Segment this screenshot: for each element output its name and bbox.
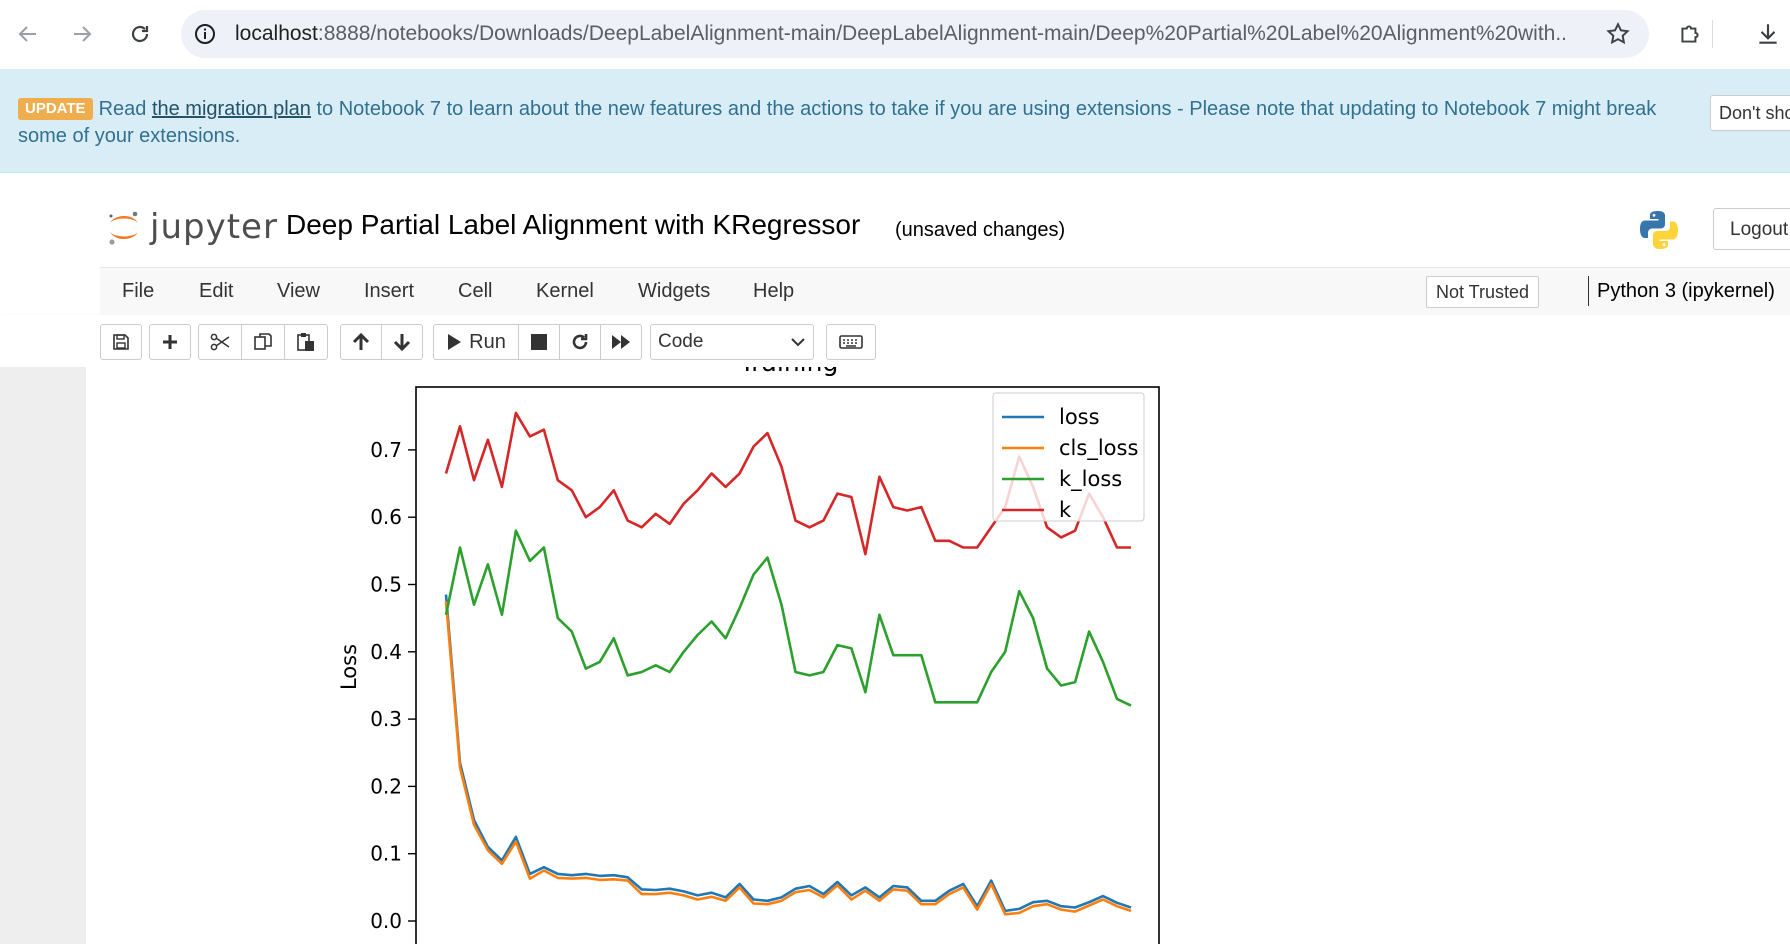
move-down-button[interactable] (381, 324, 423, 360)
reload-icon (131, 25, 149, 43)
menu-file[interactable]: File (122, 268, 154, 315)
trust-indicator[interactable]: Not Trusted (1426, 276, 1540, 308)
chart-title: Training (739, 367, 839, 377)
menu-help[interactable]: Help (753, 268, 794, 315)
y-tick-label: 0.4 (370, 640, 402, 664)
address-bar[interactable]: localhost:8888/notebooks/Downloads/DeepL… (181, 10, 1649, 58)
y-tick-label: 0.3 (370, 707, 402, 731)
arrow-up-icon (352, 332, 370, 350)
command-palette-button[interactable] (826, 324, 876, 360)
y-tick-label: 0.0 (370, 909, 402, 933)
jupyter-logo-icon[interactable] (104, 207, 144, 247)
url-path: :8888/notebooks/Downloads/DeepLabelAlign… (317, 22, 1565, 45)
scissors-icon (210, 333, 230, 351)
browser-toolbar: localhost:8888/notebooks/Downloads/DeepL… (0, 0, 1790, 70)
migration-plan-link[interactable]: the migration plan (152, 98, 311, 120)
back-button[interactable] (6, 12, 50, 56)
series-line-k-loss (444, 529, 1132, 707)
notebook-page: Training Loss 0.0 0.1 0.2 0.3 0.4 0.5 0.6 0.7 l… (86, 367, 1790, 944)
menu-cell[interactable]: Cell (458, 268, 492, 315)
kernel-separator (1588, 276, 1589, 306)
run-button[interactable]: Run (433, 324, 519, 360)
y-tick-label: 0.6 (370, 505, 402, 529)
run-button-label: Run (469, 330, 506, 353)
chevron-down-icon (791, 338, 805, 347)
cut-button[interactable] (198, 324, 242, 360)
url-host: localhost (235, 22, 318, 45)
restart-run-all-button[interactable] (600, 324, 642, 360)
copy-icon (254, 333, 272, 350)
downloads-button[interactable] (1746, 12, 1790, 56)
paste-button[interactable] (284, 324, 328, 360)
save-button[interactable] (100, 324, 142, 360)
clipboard-icon (297, 333, 314, 351)
menu-edit[interactable]: Edit (199, 268, 233, 315)
download-icon (1759, 24, 1777, 44)
info-icon[interactable] (193, 22, 217, 46)
banner-text-before: Read (98, 98, 152, 120)
y-axis-label: Loss (337, 644, 361, 690)
arrow-right-icon (74, 26, 92, 42)
arrow-left-icon (18, 26, 36, 42)
play-icon (448, 334, 462, 350)
cell-type-select[interactable]: Code (650, 324, 814, 360)
keyboard-icon (839, 335, 863, 349)
banner-message: UPDATE Read the migration plan to Noteboo… (18, 96, 1698, 150)
notebook-header: jupyter Deep Partial Label Alignment wit… (0, 173, 1790, 267)
y-axis: 0.0 0.1 0.2 0.3 0.4 0.5 0.6 0.7 (370, 438, 416, 933)
bookmark-star-icon[interactable] (1605, 21, 1631, 47)
restart-button[interactable] (559, 324, 601, 360)
series-line-cls-loss (444, 601, 1132, 916)
menubar: File Edit View Insert Cell Kernel Widget… (100, 267, 1790, 316)
y-tick-label: 0.5 (370, 573, 402, 597)
extensions-button[interactable] (1668, 12, 1712, 56)
toolbar-divider (1712, 20, 1713, 48)
copy-button[interactable] (241, 324, 285, 360)
notebook-toolbar: Run Code (0, 315, 1790, 367)
puzzle-icon (1681, 25, 1699, 43)
legend-label: loss (1059, 405, 1100, 429)
forward-button[interactable] (60, 12, 104, 56)
notebook-title[interactable]: Deep Partial Label Alignment with KRegre… (286, 209, 860, 241)
menu-insert[interactable]: Insert (364, 268, 414, 315)
update-badge: UPDATE (18, 98, 93, 120)
notebook-area: Training Loss 0.0 0.1 0.2 0.3 0.4 0.5 0.6 0.7 l… (0, 367, 1790, 944)
menu-view[interactable]: View (277, 268, 320, 315)
reload-button[interactable] (118, 12, 162, 56)
logout-button[interactable]: Logout (1713, 208, 1790, 250)
stop-icon (531, 334, 547, 350)
menu-kernel[interactable]: Kernel (536, 268, 594, 315)
training-loss-chart: Training Loss 0.0 0.1 0.2 0.3 0.4 0.5 0.6 0.7 l… (337, 367, 1160, 944)
jupyter-wordmark: jupyter (150, 207, 278, 247)
plus-icon (163, 335, 177, 349)
update-banner: UPDATE Read the migration plan to Noteboo… (0, 69, 1790, 173)
cell-type-value: Code (658, 331, 704, 352)
legend-label: k (1059, 498, 1072, 522)
interrupt-button[interactable] (518, 324, 560, 360)
y-tick-label: 0.2 (370, 774, 402, 798)
url-text[interactable]: localhost:8888/notebooks/Downloads/DeepL… (235, 10, 1565, 58)
move-up-button[interactable] (340, 324, 382, 360)
fast-forward-icon (612, 335, 630, 349)
floppy-disk-icon (113, 334, 129, 350)
kernel-indicator[interactable]: Python 3 (ipykernel) (1597, 268, 1775, 315)
legend-label: cls_loss (1059, 436, 1138, 461)
restart-icon (572, 334, 588, 350)
python-logo-icon (1640, 211, 1678, 249)
arrow-down-icon (393, 334, 411, 352)
y-tick-label: 0.7 (370, 438, 402, 462)
dont-show-button[interactable]: Don't show (1710, 95, 1790, 131)
chart-legend: loss cls_loss k_lossk (992, 392, 1145, 522)
insert-cell-button[interactable] (149, 324, 191, 360)
menu-widgets[interactable]: Widgets (638, 268, 710, 315)
save-status: (unsaved changes) (895, 219, 1066, 241)
y-tick-label: 0.1 (370, 842, 402, 866)
legend-label: k_loss (1059, 467, 1122, 492)
